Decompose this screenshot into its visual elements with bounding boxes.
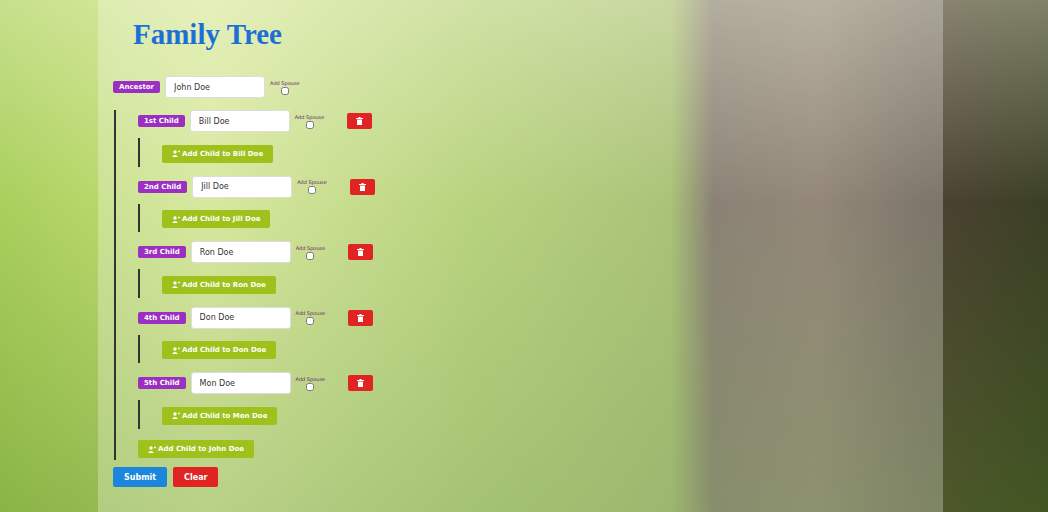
add-spouse: Add Spouse xyxy=(297,179,327,194)
child-name-input[interactable] xyxy=(191,307,291,329)
child-item: 1st Child Add Spouse Add Child to Bill Doe xyxy=(138,110,943,167)
add-spouse-label: Add Spouse xyxy=(296,245,326,251)
add-spouse: Add Spouse xyxy=(295,114,325,129)
user-plus-icon xyxy=(172,150,180,157)
user-plus-icon xyxy=(172,347,180,354)
add-child-button[interactable]: Add Child to John Doe xyxy=(138,440,254,458)
grandchildren-list: Add Child to Bill Doe xyxy=(138,138,943,167)
add-spouse: Add Spouse xyxy=(296,376,326,391)
trash-icon xyxy=(356,117,363,125)
submit-button[interactable]: Submit xyxy=(113,467,167,487)
ancestor-badge: Ancestor xyxy=(113,81,160,93)
add-spouse-label: Add Spouse xyxy=(296,376,326,382)
delete-button[interactable] xyxy=(347,113,372,129)
ancestor-name-input[interactable] xyxy=(165,76,265,98)
trash-icon xyxy=(359,183,366,191)
ancestor-row: Ancestor Add Spouse xyxy=(113,76,943,98)
add-spouse-label: Add Spouse xyxy=(296,310,326,316)
child-item: 3rd Child Add Spouse Add Child to Ron Doe xyxy=(138,241,943,298)
form-panel: Family Tree Ancestor Add Spouse 1st Child Ad… xyxy=(98,0,943,512)
delete-button[interactable] xyxy=(350,179,375,195)
add-child-button[interactable]: Add Child to Don Doe xyxy=(162,341,276,359)
child-row: 4th Child Add Spouse xyxy=(138,307,943,329)
grandchildren-list: Add Child to Ron Doe xyxy=(138,269,943,298)
child-name-input[interactable] xyxy=(192,176,292,198)
add-spouse: Add Spouse xyxy=(270,80,300,95)
add-child-button[interactable]: Add Child to Jill Doe xyxy=(162,210,270,228)
add-spouse-checkbox[interactable] xyxy=(306,252,314,260)
trash-icon xyxy=(357,379,364,387)
child-row: 1st Child Add Spouse xyxy=(138,110,943,132)
add-spouse-label: Add Spouse xyxy=(270,80,300,86)
child-badge: 3rd Child xyxy=(138,246,186,258)
add-spouse: Add Spouse xyxy=(296,245,326,260)
grandchildren-list: Add Child to Don Doe xyxy=(138,335,943,364)
child-badge: 1st Child xyxy=(138,115,185,127)
child-item: 4th Child Add Spouse Add Child to Don Doe xyxy=(138,307,943,364)
form-actions: Submit Clear xyxy=(113,467,943,487)
child-name-input[interactable] xyxy=(191,241,291,263)
add-child-button[interactable]: Add Child to Bill Doe xyxy=(162,145,273,163)
child-name-input[interactable] xyxy=(190,110,290,132)
child-badge: 5th Child xyxy=(138,377,186,389)
add-child-button[interactable]: Add Child to Ron Doe xyxy=(162,276,276,294)
child-badge: 4th Child xyxy=(138,312,186,324)
add-child-button[interactable]: Add Child to Mon Doe xyxy=(162,407,277,425)
grandchildren-list: Add Child to Mon Doe xyxy=(138,400,943,429)
child-item: 5th Child Add Spouse Add Child to Mon Doe xyxy=(138,372,943,429)
children-list: 1st Child Add Spouse Add Child to Bill Doe… xyxy=(114,110,943,460)
child-name-input[interactable] xyxy=(191,372,291,394)
user-plus-icon xyxy=(148,446,156,453)
child-row: 2nd Child Add Spouse xyxy=(138,176,943,198)
add-spouse-label: Add Spouse xyxy=(295,114,325,120)
add-spouse-checkbox[interactable] xyxy=(281,87,289,95)
add-spouse-checkbox[interactable] xyxy=(308,186,316,194)
child-row: 5th Child Add Spouse xyxy=(138,372,943,394)
delete-button[interactable] xyxy=(348,310,373,326)
user-plus-icon xyxy=(172,281,180,288)
add-spouse: Add Spouse xyxy=(296,310,326,325)
grandchildren-list: Add Child to Jill Doe xyxy=(138,204,943,233)
user-plus-icon xyxy=(172,216,180,223)
child-row: 3rd Child Add Spouse xyxy=(138,241,943,263)
delete-button[interactable] xyxy=(348,244,373,260)
child-badge: 2nd Child xyxy=(138,181,187,193)
trash-icon xyxy=(357,248,364,256)
clear-button[interactable]: Clear xyxy=(173,467,218,487)
page-title: Family Tree xyxy=(133,14,943,54)
add-spouse-checkbox[interactable] xyxy=(306,317,314,325)
user-plus-icon xyxy=(172,412,180,419)
page: Family Tree Ancestor Add Spouse 1st Child Ad… xyxy=(0,0,1048,512)
trash-icon xyxy=(357,314,364,322)
add-spouse-label: Add Spouse xyxy=(297,179,327,185)
add-spouse-checkbox[interactable] xyxy=(306,383,314,391)
child-item: 2nd Child Add Spouse Add Child to Jill Doe xyxy=(138,176,943,233)
delete-button[interactable] xyxy=(348,375,373,391)
add-spouse-checkbox[interactable] xyxy=(306,121,314,129)
